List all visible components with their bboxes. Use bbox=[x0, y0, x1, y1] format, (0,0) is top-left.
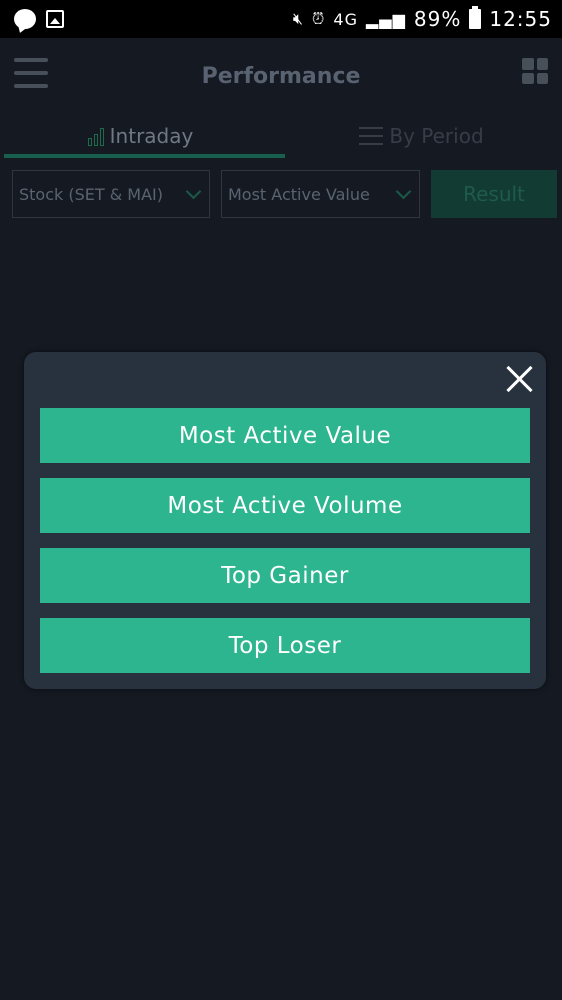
grid-icon[interactable] bbox=[522, 58, 548, 84]
battery-percent: 89% bbox=[413, 7, 462, 31]
status-bar: 🔇︎ ⏰︎ 4G ▂▄▆ 89% 12:55 bbox=[0, 0, 562, 38]
filter-bar: Stock (SET & MAI) Most Active Value Resu… bbox=[0, 158, 562, 230]
option-most-active-volume[interactable]: Most Active Volume bbox=[40, 478, 530, 533]
signal-icon: ▂▄▆ bbox=[365, 9, 406, 29]
battery-icon bbox=[469, 6, 482, 29]
ranking-dropdown[interactable]: Most Active Value bbox=[221, 170, 420, 218]
option-most-active-value[interactable]: Most Active Value bbox=[40, 408, 530, 463]
sliders-icon bbox=[359, 127, 384, 145]
tab-intraday-label: Intraday bbox=[109, 124, 194, 148]
alarm-icon: ⏰︎ bbox=[311, 9, 326, 28]
network-label: 4G bbox=[333, 9, 358, 29]
image-icon bbox=[46, 10, 64, 28]
market-dropdown-value: Stock (SET & MAI) bbox=[19, 184, 164, 204]
ranking-options-dialog: Most Active Value Most Active Volume Top… bbox=[24, 352, 546, 689]
page-title: Performance bbox=[201, 63, 361, 89]
result-button[interactable]: Result bbox=[431, 170, 557, 218]
chevron-down-icon bbox=[185, 183, 202, 200]
clock: 12:55 bbox=[489, 7, 552, 31]
active-tab-indicator bbox=[4, 154, 285, 158]
tab-by-period[interactable]: By Period bbox=[281, 114, 562, 158]
tab-by-period-label: By Period bbox=[389, 124, 484, 148]
option-top-loser[interactable]: Top Loser bbox=[40, 618, 530, 673]
tab-bar: Intraday By Period bbox=[0, 114, 562, 158]
option-top-gainer[interactable]: Top Gainer bbox=[40, 548, 530, 603]
chevron-down-icon bbox=[395, 183, 412, 200]
chart-up-icon bbox=[87, 126, 104, 146]
tab-intraday[interactable]: Intraday bbox=[0, 114, 281, 158]
app-bar: Performance bbox=[0, 38, 562, 114]
mute-icon: 🔇︎ bbox=[292, 9, 304, 28]
hamburger-icon[interactable] bbox=[14, 58, 48, 88]
close-icon[interactable] bbox=[504, 364, 534, 394]
line-app-icon bbox=[14, 9, 36, 29]
market-dropdown[interactable]: Stock (SET & MAI) bbox=[12, 170, 210, 218]
ranking-dropdown-value: Most Active Value bbox=[228, 184, 370, 204]
